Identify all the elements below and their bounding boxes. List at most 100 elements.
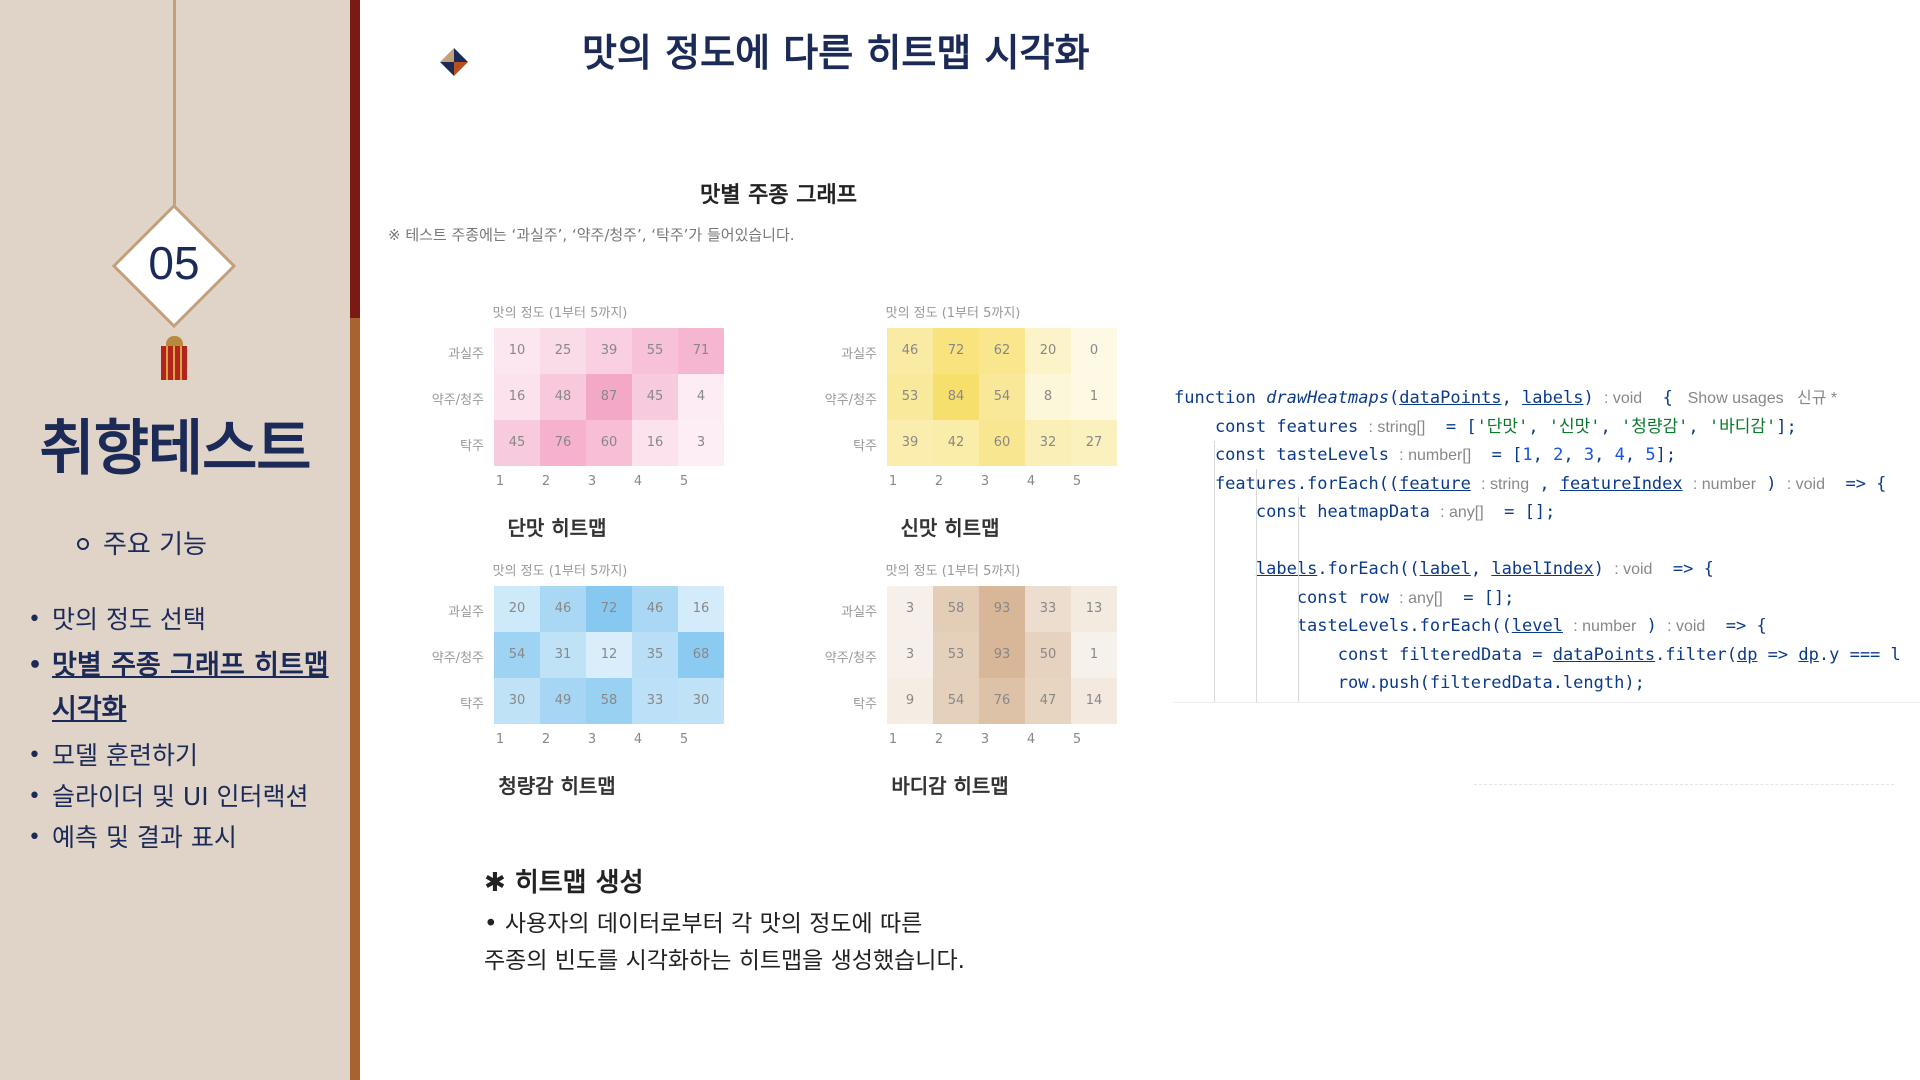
heatmap-cell: 20 xyxy=(1025,328,1071,374)
heatmap-cell: 31 xyxy=(540,632,586,678)
code-line: const filteredData = dataPoints.filter(d… xyxy=(1174,641,1920,670)
code-token: labels xyxy=(1255,559,1318,579)
code-token: , xyxy=(1532,445,1554,465)
heatmap-subtitle: 맛의 정도 (1부터 5까지) xyxy=(885,564,1021,579)
heatmap-x-tick: 3 xyxy=(980,732,990,747)
accent-bar-bottom xyxy=(350,318,360,1080)
heatmap-cell: 53 xyxy=(933,632,979,678)
heatmap-cell: 8 xyxy=(1025,374,1071,420)
code-token: = []; xyxy=(1442,587,1515,608)
heatmap-x-tick: 4 xyxy=(633,474,643,489)
heatmap-cell: 42 xyxy=(933,420,979,466)
heatmap-row-label: 과실주 xyxy=(841,605,877,620)
code-token: : void xyxy=(1614,561,1653,578)
heatmap-cell: 4 xyxy=(678,374,724,420)
code-token: , xyxy=(1529,473,1560,494)
heatmap-row-label: 과실주 xyxy=(841,347,877,362)
heatmap-row-label: 약주/청주 xyxy=(431,651,484,666)
code-token: labels xyxy=(1522,388,1584,408)
code-token: tasteLevels.forEach(( xyxy=(1174,616,1512,636)
code-token: ) xyxy=(1636,616,1668,636)
heatmap-x-tick: 3 xyxy=(980,474,990,489)
heatmap-row-label: 약주/청주 xyxy=(431,393,484,408)
page-title: 맛의 정도에 다른 히트맵 시각화 xyxy=(582,31,1090,75)
sidebar-item-model-training[interactable]: 모델 훈련하기 xyxy=(28,739,338,773)
heatmap-cell: 14 xyxy=(1071,678,1117,724)
heatmap-cell: 50 xyxy=(1025,632,1071,678)
heatmap-subtitle: 맛의 정도 (1부터 5까지) xyxy=(492,306,628,321)
heatmap-cell: 62 xyxy=(979,328,1025,374)
heatmap-body: 맛의 정도 (1부터 5까지) 과실주 3 58 93 33 13 약주/청주 3 53 93 50 1… xyxy=(783,560,1133,800)
heatmap-cell: 30 xyxy=(678,678,724,724)
heatmap-x-tick: 1 xyxy=(495,732,505,747)
code-token: , xyxy=(1470,559,1492,579)
code-token: , xyxy=(1624,445,1646,465)
sidebar-item-slider-ui[interactable]: 슬라이더 및 UI 인터랙션 xyxy=(28,780,338,814)
heatmap-cell: 46 xyxy=(540,586,586,632)
section-heading: ✱ 히트맵 생성 xyxy=(484,868,644,898)
code-token: ]; xyxy=(1776,416,1797,437)
heatmap-cell: 49 xyxy=(540,678,586,724)
heatmap-caption: 바디감 히트맵 xyxy=(891,774,1009,798)
heatmap-x-tick: 4 xyxy=(1026,732,1036,747)
heatmap-cell: 9 xyxy=(887,678,933,724)
code-token: => { xyxy=(1705,616,1767,636)
code-token: ) xyxy=(1593,559,1615,579)
heatmap-cell: 47 xyxy=(1025,678,1071,724)
heatmap-cell: 1 xyxy=(1071,632,1117,678)
heatmap-cell: 39 xyxy=(887,420,933,466)
code-token: row.push(filteredData.length); xyxy=(1174,673,1645,693)
code-token: const features xyxy=(1174,416,1369,437)
heatmap-cell: 84 xyxy=(933,374,979,420)
code-token: 5 xyxy=(1645,445,1656,465)
code-token: = [ xyxy=(1425,416,1477,437)
heatmap-subtitle: 맛의 정도 (1부터 5까지) xyxy=(492,564,628,579)
heatmap-x-tick: 2 xyxy=(541,474,551,489)
sidebar-item-prediction[interactable]: 예측 및 결과 표시 xyxy=(28,821,338,855)
heatmap-cell: 35 xyxy=(632,632,678,678)
code-token: : number[] xyxy=(1399,447,1472,464)
sidebar-item-heatmap[interactable]: 맛별 주종 그래프 히트맵 시각화 xyxy=(28,644,338,732)
code-token: , xyxy=(1563,445,1584,465)
sidebar-item-taste-select[interactable]: 맛의 정도 선택 xyxy=(28,603,338,637)
heatmap-cell: 60 xyxy=(586,420,632,466)
heatmap-cell: 54 xyxy=(933,678,979,724)
code-line: row.push(filteredData.length); xyxy=(1174,669,1920,698)
heatmap-x-tick: 1 xyxy=(888,474,898,489)
code-token: : number xyxy=(1573,618,1637,635)
accent-bar-top xyxy=(350,0,360,318)
heatmap-caption: 신맛 히트맵 xyxy=(900,516,1000,540)
tassel-ornament xyxy=(161,346,187,380)
code-token: .y === l xyxy=(1818,644,1901,665)
code-token: 3 xyxy=(1583,445,1595,465)
hanging-string xyxy=(173,0,176,210)
section-number: 05 xyxy=(148,237,200,289)
indent-guide xyxy=(1256,469,1257,702)
heatmap-sweet: 맛의 정도 (1부터 5까지) 과실주 10 25 39 55 71 약주/청주 16 48 87 4… xyxy=(390,302,740,542)
heatmap-x-tick: 5 xyxy=(679,732,689,747)
code-token: : any[] xyxy=(1399,589,1443,607)
code-token: , xyxy=(1594,445,1615,465)
heatmap-cell: 54 xyxy=(494,632,540,678)
code-token: ) xyxy=(1756,473,1787,494)
heatmap-cell: 25 xyxy=(540,328,586,374)
heatmap-cell: 58 xyxy=(933,586,979,632)
heatmap-x-tick: 3 xyxy=(587,474,597,489)
heatmap-x-tick: 1 xyxy=(495,474,505,489)
heatmap-cell: 20 xyxy=(494,586,540,632)
code-token: : any[] xyxy=(1440,504,1484,521)
heatmap-row-label: 탁주 xyxy=(853,439,877,454)
code-token: => { xyxy=(1652,559,1714,579)
heatmap-cell: 53 xyxy=(887,374,933,420)
heatmap-caption: 단맛 히트맵 xyxy=(507,516,607,540)
heatmap-cell: 33 xyxy=(632,678,678,724)
code-token: .forEach(( xyxy=(1317,559,1420,579)
code-divider xyxy=(1174,702,1920,703)
heatmap-x-tick: 5 xyxy=(1072,732,1082,747)
heatmap-cell: 45 xyxy=(494,420,540,466)
heatmap-x-tick: 2 xyxy=(541,732,551,747)
code-token: ) xyxy=(1583,388,1604,408)
